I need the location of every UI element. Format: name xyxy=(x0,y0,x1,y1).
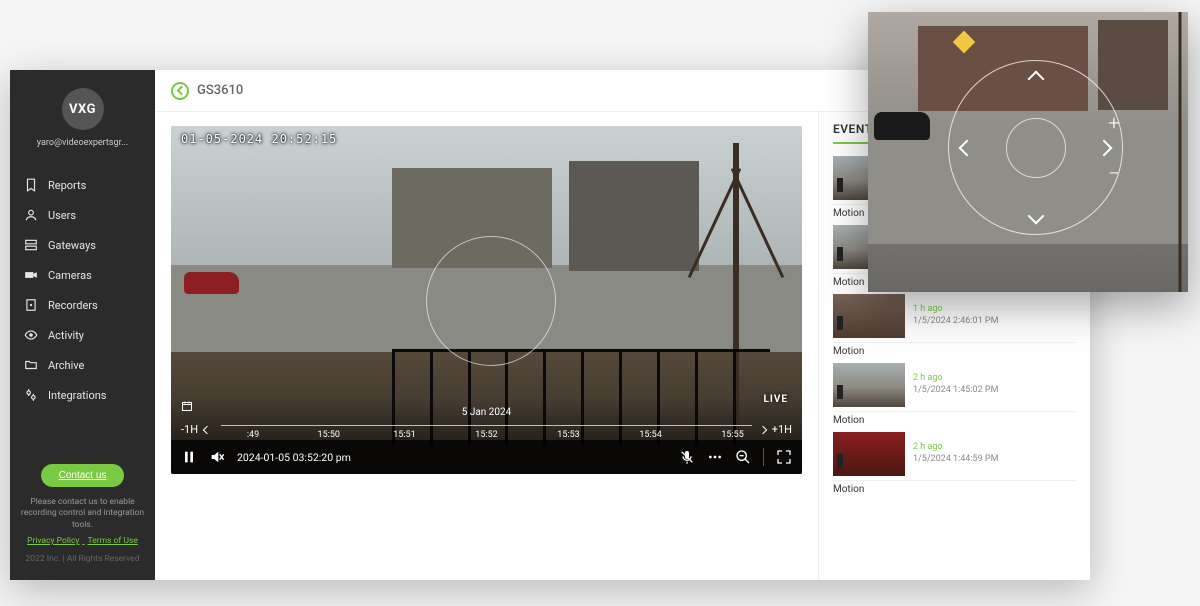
folder-icon xyxy=(24,358,38,372)
sidebar-item-label: Gateways xyxy=(48,239,96,252)
sidebar-item-label: Integrations xyxy=(48,389,106,402)
sidebar-nav: Reports Users Gateways Cameras Recorders… xyxy=(10,170,155,410)
gear-icon xyxy=(24,388,38,402)
event-type: Motion xyxy=(833,346,1076,357)
event-row[interactable]: 2 h ago 1/5/2024 1:44:59 PM xyxy=(833,428,1076,481)
camera-title: GS3610 xyxy=(197,83,243,98)
server-icon xyxy=(24,238,38,252)
event-meta: 2 h ago 1/5/2024 1:45:02 PM xyxy=(913,363,998,407)
pause-button[interactable] xyxy=(181,449,197,465)
sidebar-item-users[interactable]: Users xyxy=(10,200,155,230)
osd-timestamp: 01-05-2024 20:52:15 xyxy=(181,132,337,146)
event-type: Motion xyxy=(833,484,1076,495)
ptz-home-button[interactable] xyxy=(1006,118,1066,178)
player-column: 01-05-2024 20:52:15 LIVE 5 Jan 2024 :49 … xyxy=(155,112,818,580)
footer-text: Please contact us to enable recording co… xyxy=(20,497,145,533)
timeline-tick: 15:53 xyxy=(557,430,579,440)
event-ago: 1 h ago xyxy=(913,304,998,316)
nav-minus-label: -1H xyxy=(181,423,198,436)
sidebar-item-cameras[interactable]: Cameras xyxy=(10,260,155,290)
chevron-left-icon xyxy=(203,425,211,433)
eye-icon xyxy=(24,328,38,342)
user-email: yaro@videoexpertsgr... xyxy=(23,138,143,148)
nav-plus-label: +1H xyxy=(772,423,792,436)
terms-link[interactable]: Terms of Use xyxy=(88,536,138,546)
event-thumbnail xyxy=(833,363,905,407)
logo-section: VXG yaro@videoexpertsgr... xyxy=(10,70,155,158)
event-meta: 2 h ago 1/5/2024 1:44:59 PM xyxy=(913,432,998,476)
event-meta: 1 h ago 1/5/2024 2:46:01 PM xyxy=(913,294,998,338)
ptz-left-button[interactable] xyxy=(959,139,976,156)
ptz-zoom-in-button[interactable]: + xyxy=(1104,113,1124,133)
chevron-right-icon xyxy=(758,425,766,433)
timeline-fwd-1h[interactable]: +1H xyxy=(760,423,792,436)
zoom-out-button[interactable] xyxy=(735,449,751,465)
event-ago: 2 h ago xyxy=(913,373,998,385)
ptz-right-button[interactable] xyxy=(1096,139,1113,156)
sidebar-item-label: Reports xyxy=(48,179,86,192)
sidebar-item-label: Users xyxy=(48,209,76,222)
ptz-control: + − xyxy=(948,60,1123,235)
event-row[interactable]: 1 h ago 1/5/2024 2:46:01 PM xyxy=(833,290,1076,343)
sidebar-item-recorders[interactable]: Recorders xyxy=(10,290,155,320)
timeline-date: 5 Jan 2024 xyxy=(462,407,512,418)
sidebar-item-reports[interactable]: Reports xyxy=(10,170,155,200)
mic-off-button[interactable] xyxy=(679,449,695,465)
playhead-time: 2024-01-05 03:52:20 pm xyxy=(237,451,351,464)
calendar-icon[interactable] xyxy=(181,400,193,412)
sidebar-item-label: Activity xyxy=(48,329,84,342)
back-button[interactable] xyxy=(171,82,189,100)
user-icon xyxy=(24,208,38,222)
bookmark-icon xyxy=(24,178,38,192)
sidebar-item-label: Archive xyxy=(48,359,84,372)
player-controls: 2024-01-05 03:52:20 pm xyxy=(171,440,802,474)
timeline-tick: 15:50 xyxy=(318,430,340,440)
contact-button[interactable]: Contact us xyxy=(41,464,125,487)
event-time: 1/5/2024 2:46:01 PM xyxy=(913,316,998,328)
fullscreen-button[interactable] xyxy=(776,449,792,465)
mute-button[interactable] xyxy=(209,449,225,465)
recorder-icon xyxy=(24,298,38,312)
sidebar-item-integrations[interactable]: Integrations xyxy=(10,380,155,410)
event-thumbnail xyxy=(833,432,905,476)
copyright: 2022 Inc. | All Rights Reserved xyxy=(20,554,145,566)
event-time: 1/5/2024 1:45:02 PM xyxy=(913,385,998,397)
sidebar-item-label: Recorders xyxy=(48,299,98,312)
event-type: Motion xyxy=(833,415,1076,426)
legal-links: Privacy Policy Terms of Use xyxy=(20,536,145,548)
timeline-tick: 15:54 xyxy=(639,430,661,440)
event-row[interactable]: 2 h ago 1/5/2024 1:45:02 PM xyxy=(833,359,1076,412)
ptz-up-button[interactable] xyxy=(1027,71,1044,88)
event-time: 1/5/2024 1:44:59 PM xyxy=(913,454,998,466)
ptz-zoom-out-button[interactable]: − xyxy=(1104,163,1124,183)
timeline-tick: 15:52 xyxy=(475,430,497,440)
video-player[interactable]: 01-05-2024 20:52:15 LIVE 5 Jan 2024 :49 … xyxy=(171,126,802,474)
timeline-tick: 15:51 xyxy=(393,430,415,440)
sidebar-item-gateways[interactable]: Gateways xyxy=(10,230,155,260)
timeline-tick: 15:55 xyxy=(721,430,743,440)
more-button[interactable] xyxy=(707,449,723,465)
sidebar-item-label: Cameras xyxy=(48,269,92,282)
event-thumbnail xyxy=(833,294,905,338)
privacy-link[interactable]: Privacy Policy xyxy=(27,536,79,546)
timeline[interactable]: 5 Jan 2024 :49 15:50 15:51 15:52 15:53 1… xyxy=(171,400,802,440)
sidebar-item-archive[interactable]: Archive xyxy=(10,350,155,380)
sidebar-footer: Contact us Please contact us to enable r… xyxy=(10,452,155,580)
brand-logo: VXG xyxy=(62,88,104,130)
ptz-down-button[interactable] xyxy=(1027,208,1044,225)
camera-icon xyxy=(24,268,38,282)
sidebar: VXG yaro@videoexpertsgr... Reports Users… xyxy=(10,70,155,580)
ptz-preview-card: + − xyxy=(868,12,1188,292)
event-ago: 2 h ago xyxy=(913,442,998,454)
timeline-tick: :49 xyxy=(247,430,259,440)
timeline-track[interactable] xyxy=(221,425,752,426)
timeline-back-1h[interactable]: -1H xyxy=(181,423,210,436)
sidebar-item-activity[interactable]: Activity xyxy=(10,320,155,350)
